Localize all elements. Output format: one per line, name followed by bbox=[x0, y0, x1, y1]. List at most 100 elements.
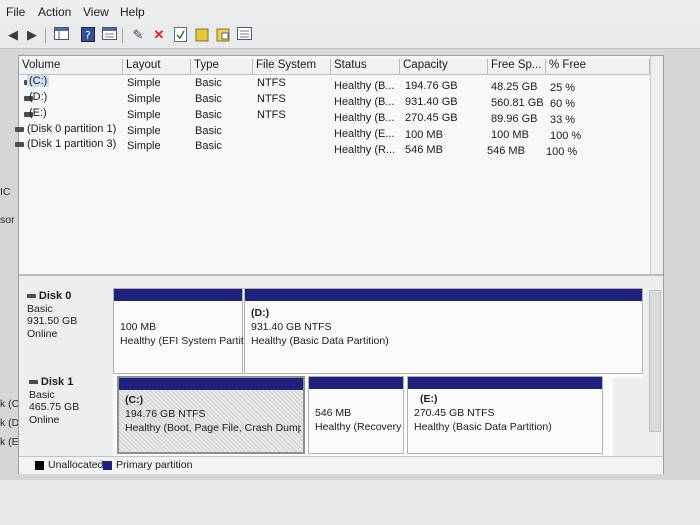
drive-icon bbox=[15, 127, 24, 132]
menu-view[interactable]: View bbox=[83, 5, 109, 19]
partition-e[interactable]: (E:) 270.45 GB NTFS Healthy (Basic Data … bbox=[407, 376, 603, 454]
volume-free-space: 48.25 GB bbox=[491, 81, 538, 93]
partition-status: Healthy (Recovery P bbox=[315, 421, 401, 433]
volume-status: Healthy (B... bbox=[334, 80, 395, 92]
disk-graphical-view: Disk 0 Basic 931.50 GB Online 100 MB Hea… bbox=[19, 274, 663, 458]
partition-c[interactable]: (C:) 194.76 GB NTFS Healthy (Boot, Page … bbox=[117, 376, 305, 454]
help-icon[interactable]: ? bbox=[80, 27, 96, 43]
svg-text:?: ? bbox=[85, 29, 91, 42]
header-divider bbox=[19, 74, 663, 75]
volume-file-system: NTFS bbox=[257, 109, 286, 121]
partition-size: 270.45 GB NTFS bbox=[414, 407, 495, 419]
partition-recovery[interactable]: 546 MB Healthy (Recovery P bbox=[308, 376, 404, 454]
volume-layout: Simple bbox=[127, 125, 161, 137]
volume-type: Basic bbox=[195, 77, 222, 89]
disk-name: Disk 0 bbox=[38, 290, 72, 302]
disk-management-window: Volume Layout Type File System Status Ca… bbox=[15, 55, 664, 474]
disk-type: Basic bbox=[27, 302, 53, 315]
volume-type: Basic bbox=[195, 93, 222, 105]
primary-partition-bar bbox=[119, 378, 303, 390]
column-header-file-system[interactable]: File System bbox=[253, 59, 331, 74]
forward-arrow-icon[interactable]: ▶ bbox=[24, 27, 40, 43]
delete-icon[interactable]: ✕ bbox=[151, 27, 167, 43]
volume-layout: Simple bbox=[127, 93, 161, 105]
volume-percent-free: 100 % bbox=[546, 146, 578, 158]
menu-file[interactable]: File bbox=[6, 5, 25, 19]
volume-name[interactable]: (E:) bbox=[29, 107, 47, 119]
volume-name[interactable]: (C:) bbox=[27, 75, 50, 87]
column-header-capacity[interactable]: Capacity bbox=[400, 59, 488, 74]
connect-icon[interactable]: ✎ bbox=[130, 27, 146, 43]
partition-size: 546 MB bbox=[315, 407, 352, 419]
disk-view-scrollbar[interactable] bbox=[649, 290, 661, 432]
partition-size: 100 MB bbox=[120, 321, 157, 333]
legend: Unallocated Primary partition bbox=[19, 456, 663, 474]
volume-status: Healthy (B... bbox=[334, 96, 395, 108]
partition-title: (D:) bbox=[251, 307, 270, 319]
volume-free-space: 89.96 GB bbox=[491, 113, 538, 125]
volume-capacity: 270.45 GB bbox=[405, 112, 458, 124]
disk-size: 465.75 GB bbox=[29, 401, 80, 413]
legend-primary: Primary partition bbox=[116, 459, 193, 471]
column-header-free-space[interactable]: Free Sp... bbox=[488, 59, 546, 74]
toolbar-separator bbox=[122, 28, 123, 43]
column-header-percent-free[interactable]: % Free bbox=[546, 59, 650, 74]
disk-type: Basic bbox=[29, 388, 55, 401]
menu-help[interactable]: Help bbox=[120, 5, 145, 19]
disk-name: Disk 1 bbox=[40, 376, 74, 388]
volume-free-space: 560.81 GB bbox=[491, 97, 544, 109]
disk-1-info[interactable]: Disk 1 Basic 465.75 GB Online bbox=[29, 376, 119, 426]
volume-name[interactable]: (Disk 0 partition 1) bbox=[27, 123, 116, 135]
volume-type: Basic bbox=[195, 109, 222, 121]
volume-capacity: 194.76 GB bbox=[405, 80, 458, 92]
volume-name[interactable]: (D:) bbox=[29, 91, 47, 103]
disk-0-partitions: 100 MB Healthy (EFI System Partiti (D:) … bbox=[113, 288, 643, 378]
volume-file-system: NTFS bbox=[257, 93, 286, 105]
toolbar: ◀ ▶ ? ✎ ✕ bbox=[0, 24, 700, 49]
drive-icon bbox=[15, 142, 24, 147]
column-header-type[interactable]: Type bbox=[191, 59, 253, 74]
volume-capacity: 100 MB bbox=[405, 129, 443, 141]
check-icon[interactable] bbox=[172, 27, 188, 43]
primary-swatch bbox=[103, 461, 112, 470]
disk-state: Online bbox=[27, 327, 58, 340]
volume-list: Volume Layout Type File System Status Ca… bbox=[15, 56, 663, 274]
unallocated-swatch bbox=[35, 461, 44, 470]
background-label: sor bbox=[0, 214, 15, 226]
properties-icon[interactable] bbox=[101, 27, 117, 43]
open-folder-icon[interactable] bbox=[215, 27, 231, 43]
menu-action[interactable]: Action bbox=[38, 5, 71, 19]
column-header-layout[interactable]: Layout bbox=[123, 59, 191, 74]
volume-percent-free: 60 % bbox=[550, 98, 576, 110]
primary-partition-bar bbox=[114, 289, 242, 301]
column-header-status[interactable]: Status bbox=[331, 59, 400, 74]
console-tree-icon[interactable] bbox=[53, 27, 69, 43]
partition-d[interactable]: (D:) 931.40 GB NTFS Healthy (Basic Data … bbox=[244, 288, 643, 374]
background-label: IC bbox=[0, 186, 11, 198]
monitor-bezel bbox=[0, 480, 700, 525]
volume-capacity: 546 MB bbox=[405, 144, 443, 156]
volume-file-system: NTFS bbox=[257, 77, 286, 89]
partition-size: 194.76 GB NTFS bbox=[125, 408, 206, 420]
partition-status: Healthy (Basic Data Partition) bbox=[414, 421, 552, 433]
legend-unallocated: Unallocated bbox=[48, 459, 104, 471]
disk-0-info[interactable]: Disk 0 Basic 931.50 GB Online bbox=[27, 290, 117, 340]
partition-status: Healthy (EFI System Partiti bbox=[120, 335, 247, 347]
list-view-icon[interactable] bbox=[236, 27, 252, 43]
partition-efi[interactable]: 100 MB Healthy (EFI System Partiti bbox=[113, 288, 247, 374]
volume-percent-free: 33 % bbox=[550, 114, 576, 126]
volume-free-space: 546 MB bbox=[487, 145, 525, 157]
volume-layout: Simple bbox=[127, 77, 161, 89]
volume-list-scrollbar[interactable] bbox=[650, 56, 663, 274]
volume-layout: Simple bbox=[127, 140, 161, 152]
toolbar-separator bbox=[45, 28, 46, 43]
volume-percent-free: 100 % bbox=[550, 130, 582, 142]
column-header-volume[interactable]: Volume bbox=[19, 59, 123, 74]
volume-name[interactable]: (Disk 1 partition 3) bbox=[27, 138, 116, 150]
folder-icon[interactable] bbox=[194, 27, 210, 43]
back-arrow-icon[interactable]: ◀ bbox=[5, 27, 21, 43]
partition-title: (C:) bbox=[125, 394, 144, 406]
disk-icon bbox=[29, 380, 38, 385]
volume-status: Healthy (R... bbox=[334, 144, 396, 156]
volume-type: Basic bbox=[195, 125, 222, 137]
